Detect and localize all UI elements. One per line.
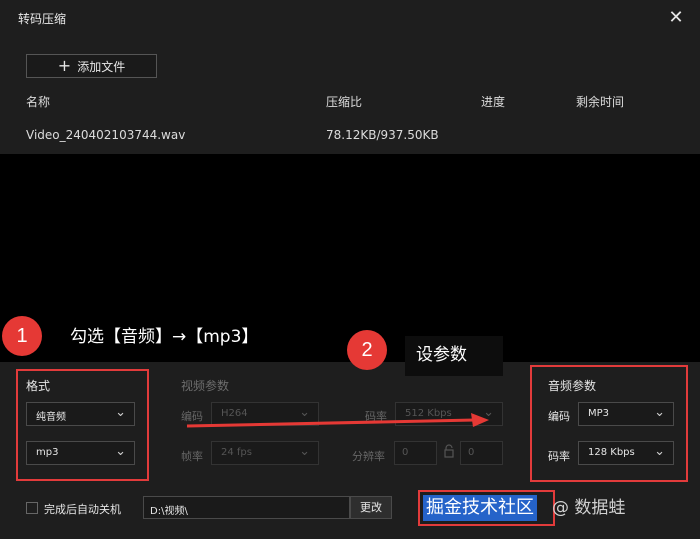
column-header-progress[interactable]: 进度 xyxy=(481,93,505,110)
video-resolution-label: 分辨率 xyxy=(352,450,385,463)
window-title: 转码压缩 xyxy=(18,12,67,26)
video-fps-value: 24 fps xyxy=(221,447,252,458)
step-1-text: 勾选【音频】→【mp3】 xyxy=(70,327,259,347)
video-params-title: 视频参数 xyxy=(181,379,230,393)
format-type-select[interactable]: 纯音频 ⌄ xyxy=(26,402,135,426)
video-height-value: 0 xyxy=(468,447,475,458)
format-container-value: mp3 xyxy=(36,447,59,458)
shutdown-checkbox[interactable] xyxy=(26,502,38,514)
lock-icon[interactable] xyxy=(444,444,454,460)
output-path-value: D:\视频\ xyxy=(150,506,188,517)
audio-codec-label: 编码 xyxy=(548,410,570,423)
chevron-down-icon: ⌄ xyxy=(115,405,126,420)
format-title: 格式 xyxy=(26,379,51,393)
file-name: Video_240402103744.wav xyxy=(26,128,186,142)
audio-codec-value: MP3 xyxy=(588,408,610,419)
audio-params-title: 音频参数 xyxy=(548,379,597,393)
step-2-text: 设参数 xyxy=(416,345,467,365)
shutdown-label[interactable]: 完成后自动关机 xyxy=(44,501,121,517)
column-header-name[interactable]: 名称 xyxy=(26,93,50,110)
step-1-badge: 1 xyxy=(2,316,42,356)
watermark-suffix: @ 数据蛙 xyxy=(552,498,626,518)
change-path-button[interactable]: 更改 xyxy=(350,496,392,519)
chevron-down-icon: ⌄ xyxy=(654,444,665,459)
chevron-down-icon: ⌄ xyxy=(299,444,310,459)
close-icon[interactable]: ✕ xyxy=(666,8,686,28)
annotation-arrow xyxy=(186,413,489,428)
watermark-text: 掘金技术社区 xyxy=(423,495,537,521)
audio-codec-select[interactable]: MP3 ⌄ xyxy=(578,402,674,426)
plus-icon: + xyxy=(57,56,72,75)
column-header-ratio[interactable]: 压缩比 xyxy=(326,93,362,110)
add-file-label: 添加文件 xyxy=(77,59,126,74)
title-bar: 转码压缩 ✕ xyxy=(0,0,700,36)
video-fps-select[interactable]: 24 fps ⌄ xyxy=(211,441,319,465)
video-width-value: 0 xyxy=(402,447,409,458)
chevron-down-icon: ⌄ xyxy=(654,405,665,420)
format-container-select[interactable]: mp3 ⌄ xyxy=(26,441,135,465)
format-type-value: 纯音频 xyxy=(36,412,66,423)
step-2-badge: 2 xyxy=(347,330,387,370)
audio-bitrate-select[interactable]: 128 Kbps ⌄ xyxy=(578,441,674,465)
file-ratio: 78.12KB/937.50KB xyxy=(326,128,439,142)
video-width-input[interactable]: 0 xyxy=(394,441,437,465)
audio-bitrate-value: 128 Kbps xyxy=(588,447,635,458)
column-header-remaining[interactable]: 剩余时间 xyxy=(576,93,624,110)
chevron-down-icon: ⌄ xyxy=(115,444,126,459)
video-height-input[interactable]: 0 xyxy=(460,441,503,465)
audio-bitrate-label: 码率 xyxy=(548,450,570,463)
video-fps-label: 帧率 xyxy=(181,450,203,463)
add-file-button[interactable]: + 添加文件 xyxy=(26,54,157,78)
output-path-field[interactable]: D:\视频\ xyxy=(143,496,350,519)
